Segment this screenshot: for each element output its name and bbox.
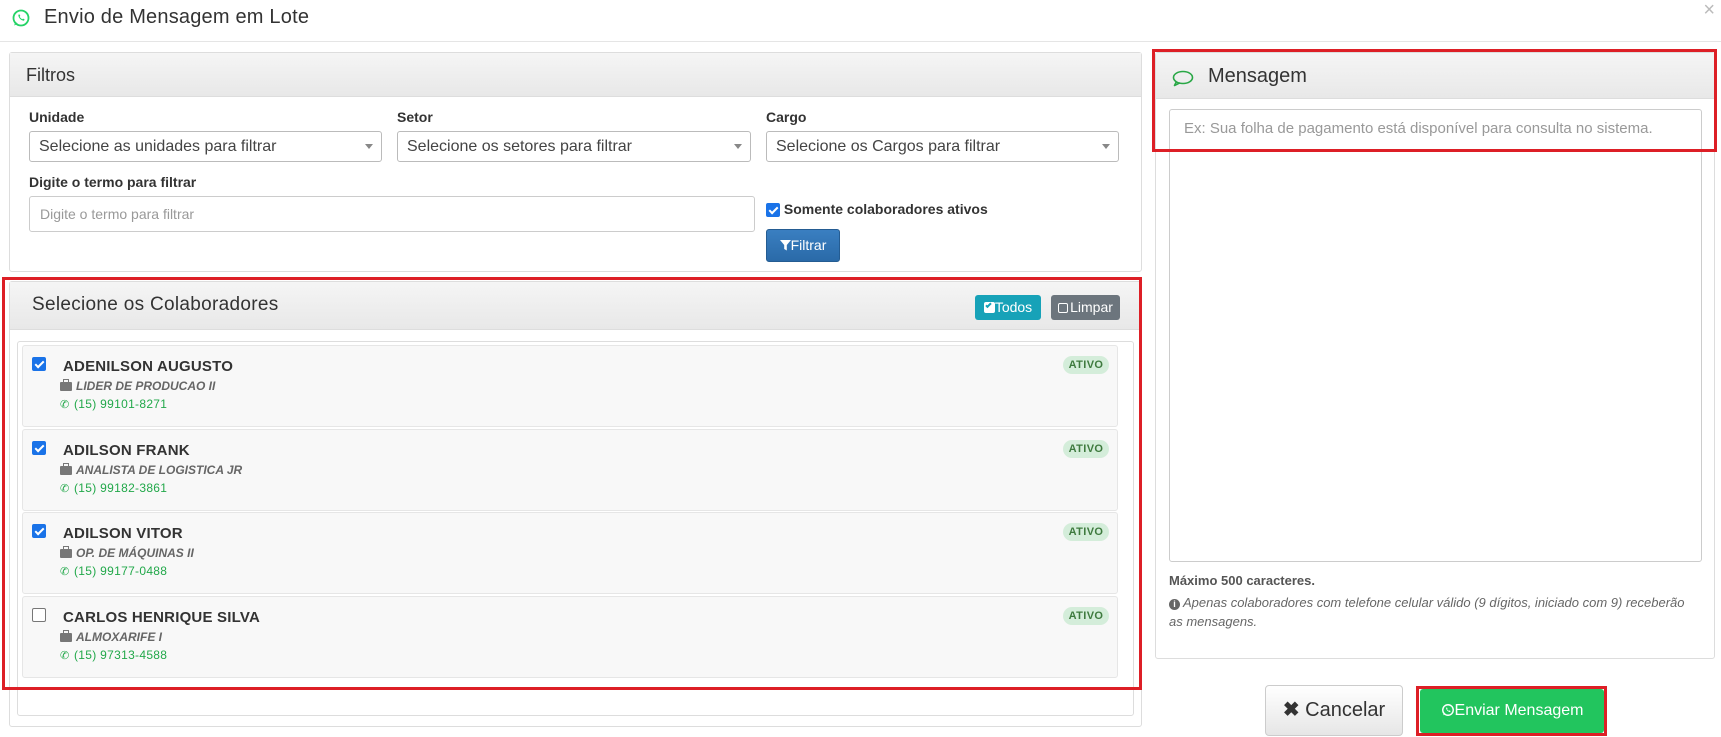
colaborador-phone: ✆ (15) 99177-0488 bbox=[60, 564, 168, 578]
status-badge: ATIVO bbox=[1063, 356, 1109, 374]
colaborador-role: OP. DE MÁQUINAS II bbox=[60, 546, 194, 560]
somente-ativos-label: Somente colaboradores ativos bbox=[783, 201, 988, 217]
chevron-down-icon bbox=[1102, 144, 1110, 149]
filtros-title: Filtros bbox=[26, 65, 75, 85]
mensagem-panel: Mensagem Ex: Sua folha de pagamento está… bbox=[1155, 52, 1715, 659]
list-item[interactable]: ADENILSON AUGUSTO LIDER DE PRODUCAO II ✆… bbox=[22, 345, 1118, 427]
modal-title: Envio de Mensagem em Lote bbox=[44, 6, 310, 28]
setor-label: Setor bbox=[397, 109, 433, 125]
send-button[interactable]: Enviar Mensagem bbox=[1420, 689, 1604, 733]
setor-select-value: Selecione os setores para filtrar bbox=[407, 138, 632, 155]
check-square-icon bbox=[983, 301, 995, 313]
somente-ativos-checkbox-row[interactable]: Somente colaboradores ativos bbox=[766, 199, 988, 219]
filtros-panel-heading: Filtros bbox=[10, 53, 1141, 97]
briefcase-icon bbox=[60, 463, 72, 475]
chevron-down-icon bbox=[365, 144, 373, 149]
colaborador-name: ADILSON FRANK bbox=[63, 442, 190, 459]
briefcase-icon bbox=[60, 379, 72, 391]
status-badge: ATIVO bbox=[1063, 607, 1109, 625]
list-item[interactable]: ADILSON FRANK ANALISTA DE LOGISTICA JR ✆… bbox=[22, 429, 1118, 511]
colaboradores-title: Selecione os Colaboradores bbox=[32, 294, 279, 315]
termo-input[interactable]: Digite o termo para filtrar bbox=[29, 196, 755, 232]
info-circle-icon: i bbox=[1169, 599, 1180, 610]
list-item[interactable]: ADILSON VITOR OP. DE MÁQUINAS II ✆ (15) 9… bbox=[22, 512, 1118, 594]
somente-ativos-checkbox[interactable] bbox=[766, 203, 780, 218]
limpar-button[interactable]: Limpar bbox=[1051, 295, 1120, 320]
colaborador-name: ADENILSON AUGUSTO bbox=[63, 358, 234, 375]
chevron-down-icon bbox=[734, 144, 742, 149]
mensagem-title: Mensagem bbox=[1208, 65, 1307, 87]
whatsapp-icon bbox=[1441, 704, 1454, 716]
whatsapp-icon bbox=[12, 9, 30, 27]
list-item[interactable]: CARLOS HENRIQUE SILVA ALMOXARIFE I ✆ (15)… bbox=[22, 596, 1118, 678]
phone-icon: ✆ bbox=[60, 566, 70, 578]
times-icon: ✖ bbox=[1282, 699, 1300, 721]
phone-icon: ✆ bbox=[60, 399, 70, 411]
colaborador-role: ANALISTA DE LOGISTICA JR bbox=[60, 463, 242, 477]
chat-bubble-icon bbox=[1172, 70, 1194, 87]
colaborador-phone: ✆ (15) 99101-8271 bbox=[60, 397, 168, 411]
unidade-label: Unidade bbox=[29, 109, 85, 125]
phone-icon: ✆ bbox=[60, 650, 70, 662]
info-text: i Apenas colaboradores com telefone celul… bbox=[1169, 595, 1685, 629]
briefcase-icon bbox=[60, 630, 72, 642]
colaborador-role: ALMOXARIFE I bbox=[60, 630, 162, 644]
unidade-select[interactable]: Selecione as unidades para filtrar bbox=[29, 131, 382, 162]
square-icon bbox=[1058, 303, 1069, 313]
colaborador-phone: ✆ (15) 97313-4588 bbox=[60, 648, 168, 662]
colaborador-name: ADILSON VITOR bbox=[63, 525, 183, 542]
colaborador-name: CARLOS HENRIQUE SILVA bbox=[63, 609, 260, 626]
filter-icon bbox=[779, 240, 791, 251]
setor-select[interactable]: Selecione os setores para filtrar bbox=[397, 131, 751, 162]
colaborador-checkbox[interactable] bbox=[32, 608, 46, 622]
send-label: Enviar Mensagem bbox=[1454, 702, 1584, 719]
todos-button[interactable]: Todos bbox=[975, 295, 1041, 320]
max-chars-text: Máximo 500 caracteres. bbox=[1169, 573, 1315, 588]
filtros-panel: Filtros bbox=[9, 52, 1142, 272]
todos-label: Todos bbox=[994, 299, 1033, 315]
briefcase-icon bbox=[60, 546, 72, 558]
filtrar-label: Filtrar bbox=[790, 237, 827, 253]
status-badge: ATIVO bbox=[1063, 440, 1109, 458]
limpar-label: Limpar bbox=[1070, 299, 1113, 315]
cancel-button[interactable]: ✖ Cancelar bbox=[1265, 685, 1403, 736]
close-icon[interactable]: × bbox=[1703, 0, 1715, 20]
colaborador-checkbox[interactable] bbox=[32, 524, 46, 538]
status-badge: ATIVO bbox=[1063, 523, 1109, 541]
cargo-select[interactable]: Selecione os Cargos para filtrar bbox=[766, 131, 1119, 162]
cancel-label: Cancelar bbox=[1305, 699, 1386, 721]
mensagem-textarea[interactable]: Ex: Sua folha de pagamento está disponív… bbox=[1169, 109, 1702, 562]
colaboradores-panel-heading: Selecione os Colaboradores Todos Limpar bbox=[10, 282, 1141, 330]
termo-label: Digite o termo para filtrar bbox=[29, 174, 197, 190]
colaborador-phone: ✆ (15) 99182-3861 bbox=[60, 481, 168, 495]
colaborador-checkbox[interactable] bbox=[32, 357, 46, 371]
colaborador-checkbox[interactable] bbox=[32, 441, 46, 455]
colaborador-role: LIDER DE PRODUCAO II bbox=[60, 379, 215, 393]
filtrar-button[interactable]: Filtrar bbox=[766, 229, 840, 262]
cargo-select-value: Selecione os Cargos para filtrar bbox=[776, 138, 1001, 155]
phone-icon: ✆ bbox=[60, 483, 70, 495]
cargo-label: Cargo bbox=[766, 109, 807, 125]
mensagem-panel-heading: Mensagem bbox=[1156, 53, 1714, 99]
unidade-select-value: Selecione as unidades para filtrar bbox=[39, 138, 277, 155]
